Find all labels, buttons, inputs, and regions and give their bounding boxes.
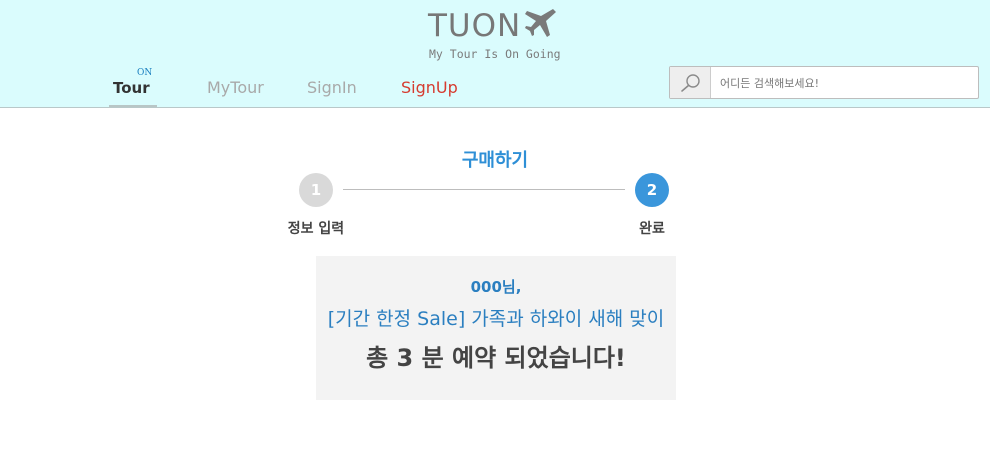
step-progress-line xyxy=(343,189,625,190)
search-button[interactable] xyxy=(670,67,711,98)
result-message: 총 3 분 예약 되었습니다! xyxy=(366,344,626,372)
nav-item-signin[interactable]: SignIn xyxy=(307,78,357,97)
page-title: 구매하기 xyxy=(461,150,529,171)
reservation-result-box: 000님, [기간 한정 Sale] 가족과 하와이 새해 맞이 총 3 분 예… xyxy=(316,256,676,400)
main-nav: ON Tour MyTour SignIn SignUp xyxy=(0,66,600,108)
search-input[interactable] xyxy=(720,74,970,92)
nav-item-tour[interactable]: ON Tour xyxy=(109,68,157,107)
step-1-label: 정보 입력 xyxy=(287,221,345,237)
nav-tour-badge: ON xyxy=(137,68,153,78)
nav-tour-label: Tour xyxy=(113,79,150,97)
logo-text: TUON xyxy=(428,8,522,44)
logo-tagline: My Tour Is On Going xyxy=(429,47,561,61)
search-icon xyxy=(681,74,700,92)
step-2-indicator: 2 xyxy=(635,173,669,207)
result-user-name: 000님, xyxy=(470,278,522,296)
site-header: TUON My Tour Is On Going ON Tour MyTour … xyxy=(0,0,990,108)
search-bar xyxy=(669,66,979,99)
step-2-label: 완료 xyxy=(639,221,665,237)
airplane-icon xyxy=(525,9,556,37)
nav-item-signup[interactable]: SignUp xyxy=(401,78,458,97)
step-1-indicator: 1 xyxy=(299,173,333,207)
logo[interactable]: TUON My Tour Is On Going xyxy=(428,6,568,61)
nav-item-mytour[interactable]: MyTour xyxy=(207,78,264,97)
result-product-name: [기간 한정 Sale] 가족과 하와이 새해 맞이 xyxy=(327,308,665,330)
